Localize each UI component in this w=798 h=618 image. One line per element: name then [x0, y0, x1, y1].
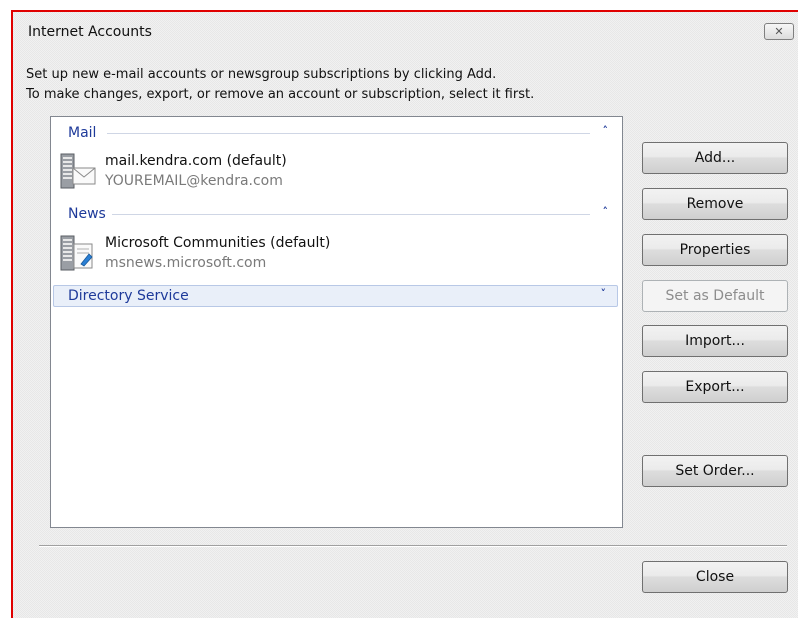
import-button[interactable]: Import... — [642, 325, 788, 357]
close-button[interactable]: Close — [642, 561, 788, 593]
properties-button[interactable]: Properties — [642, 234, 788, 266]
add-button[interactable]: Add... — [642, 142, 788, 174]
group-label-directory-service: Directory Service — [68, 288, 189, 304]
accounts-list[interactable]: Mail ˄ mail.kendra.com (default) YOUREMA… — [50, 116, 623, 528]
group-divider — [107, 133, 590, 134]
account-name-news: Microsoft Communities (default) — [105, 235, 331, 251]
group-header-news[interactable]: News ˄ — [51, 203, 622, 225]
footer-divider — [39, 545, 787, 547]
group-label-mail: Mail — [68, 125, 103, 141]
account-name-mail: mail.kendra.com (default) — [105, 153, 287, 169]
instruction-line-1: Set up new e-mail accounts or newsgroup … — [26, 67, 497, 82]
group-header-directory-service[interactable]: Directory Service ˅ — [53, 285, 618, 307]
account-item-mail[interactable]: mail.kendra.com (default) YOUREMAIL@kend… — [51, 150, 622, 190]
news-server-icon — [60, 235, 93, 271]
group-divider — [107, 214, 590, 215]
account-item-news[interactable]: Microsoft Communities (default) msnews.m… — [51, 232, 622, 272]
chevron-down-icon[interactable]: ˅ — [601, 287, 607, 300]
export-button[interactable]: Export... — [642, 371, 788, 403]
window-title: Internet Accounts — [28, 24, 152, 40]
set-as-default-button[interactable]: Set as Default — [642, 280, 788, 312]
group-label-news: News — [68, 206, 112, 222]
instruction-line-2: To make changes, export, or remove an ac… — [26, 87, 535, 102]
group-header-mail[interactable]: Mail ˄ — [51, 122, 622, 144]
remove-button[interactable]: Remove — [642, 188, 788, 220]
account-detail-news: msnews.microsoft.com — [105, 255, 267, 271]
mail-server-icon — [60, 153, 96, 189]
close-window-icon[interactable]: ✕ — [764, 23, 794, 40]
title-bar: Internet Accounts ✕ — [13, 12, 798, 52]
set-order-button[interactable]: Set Order... — [642, 455, 788, 487]
internet-accounts-window: Internet Accounts ✕ Set up new e-mail ac… — [11, 10, 798, 618]
chevron-up-icon[interactable]: ˄ — [603, 124, 609, 137]
account-detail-mail: YOUREMAIL@kendra.com — [105, 173, 283, 189]
chevron-up-icon[interactable]: ˄ — [603, 205, 609, 218]
